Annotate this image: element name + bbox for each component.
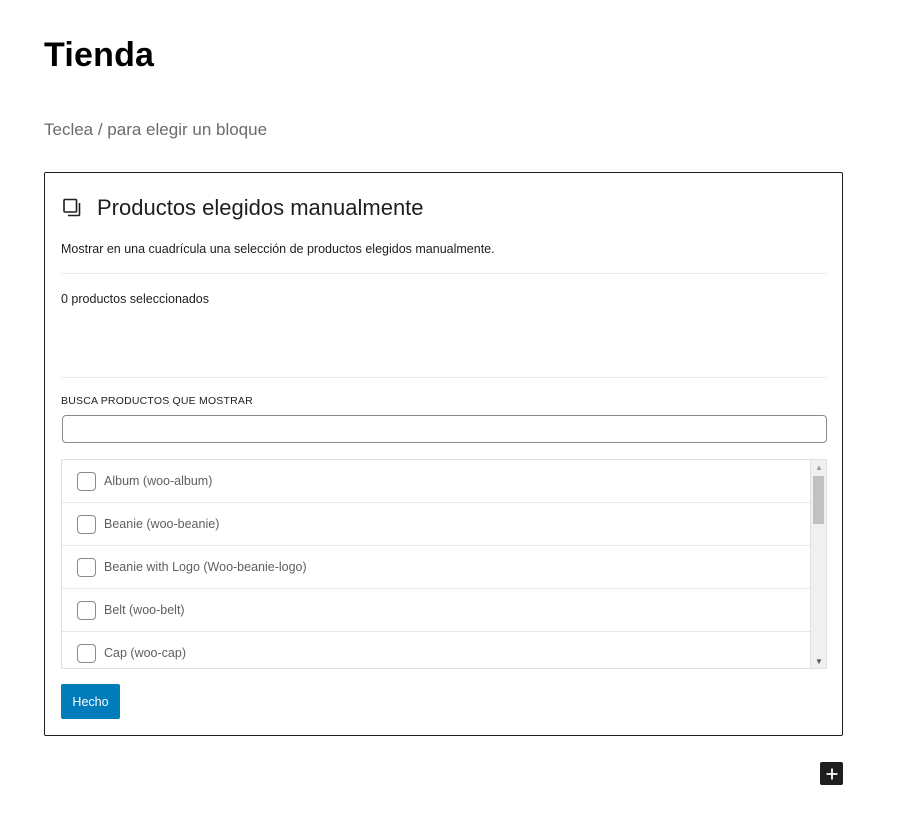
divider <box>61 377 827 378</box>
product-checkbox[interactable] <box>77 557 96 577</box>
product-stack-icon <box>61 197 83 219</box>
block-title: Productos elegidos manualmente <box>97 195 424 220</box>
product-list[interactable]: Album (woo-album) Beanie (woo-beanie) Be… <box>61 459 827 669</box>
selected-products-count: 0 productos seleccionados <box>61 292 210 306</box>
product-checkbox[interactable] <box>77 643 96 663</box>
product-checkbox[interactable] <box>77 600 96 620</box>
product-list-item-beanie[interactable]: Beanie (woo-beanie) <box>62 503 810 546</box>
product-checkbox[interactable] <box>77 514 96 534</box>
product-list-items: Album (woo-album) Beanie (woo-beanie) Be… <box>62 460 810 668</box>
add-block-button[interactable] <box>820 762 843 785</box>
block-description: Mostrar en una cuadrícula una selección … <box>61 242 495 256</box>
product-search-input[interactable] <box>62 415 827 443</box>
divider <box>61 273 827 274</box>
product-label: Beanie (woo-beanie) <box>104 517 220 531</box>
product-list-item-beanie-with-logo[interactable]: Beanie with Logo (Woo-beanie-logo) <box>62 546 810 589</box>
page-title[interactable]: Tienda <box>44 36 154 75</box>
product-label: Album (woo-album) <box>104 474 213 488</box>
scroll-up-arrow-icon[interactable]: ▲ <box>811 460 826 474</box>
plus-icon <box>825 767 839 781</box>
done-button[interactable]: Hecho <box>61 684 120 719</box>
product-search-label: BUSCA PRODUCTOS QUE MOSTRAR <box>61 395 253 407</box>
product-list-item-album[interactable]: Album (woo-album) <box>62 460 810 503</box>
hand-picked-products-block[interactable]: Productos elegidos manualmente Mostrar e… <box>44 172 843 736</box>
product-list-item-belt[interactable]: Belt (woo-belt) <box>62 589 810 632</box>
list-scrollbar[interactable]: ▲ ▼ <box>810 460 826 668</box>
block-header: Productos elegidos manualmente <box>61 195 424 221</box>
product-label: Beanie with Logo (Woo-beanie-logo) <box>104 560 307 574</box>
product-label: Belt (woo-belt) <box>104 603 185 617</box>
scrollbar-thumb[interactable] <box>813 476 824 524</box>
product-label: Cap (woo-cap) <box>104 646 186 660</box>
product-list-item-cap[interactable]: Cap (woo-cap) <box>62 632 810 668</box>
product-checkbox[interactable] <box>77 471 96 491</box>
block-appender-prompt[interactable]: Teclea / para elegir un bloque <box>44 120 267 140</box>
scroll-down-arrow-icon[interactable]: ▼ <box>811 654 826 668</box>
